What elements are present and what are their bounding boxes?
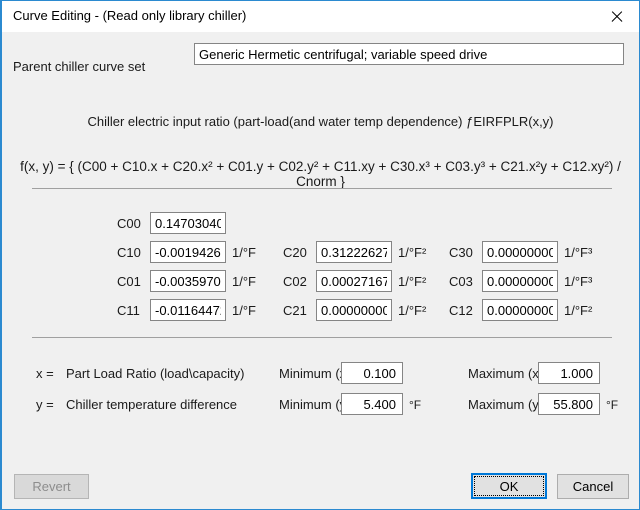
coefficient-label-c00: C00 xyxy=(117,216,141,231)
y-prefix-label: y = xyxy=(36,397,54,412)
ok-button[interactable]: OK xyxy=(471,473,547,499)
cancel-button[interactable]: Cancel xyxy=(557,474,629,499)
x-minimum-field[interactable] xyxy=(341,362,403,384)
coefficient-unit-c30: 1/°F³ xyxy=(564,245,593,260)
coefficient-field-c21[interactable] xyxy=(316,299,392,321)
coefficient-field-c03[interactable] xyxy=(482,270,558,292)
window-title: Curve Editing - (Read only library chill… xyxy=(13,8,247,23)
coefficient-label-c30: C30 xyxy=(449,245,473,260)
x-prefix-label: x = xyxy=(36,366,54,381)
coefficient-label-c01: C01 xyxy=(117,274,141,289)
x-minimum-label: Minimum (x) xyxy=(279,366,351,381)
y-minimum-field[interactable] xyxy=(341,393,403,415)
coefficient-field-c01[interactable] xyxy=(150,270,226,292)
coefficient-label-c12: C12 xyxy=(449,303,473,318)
revert-button[interactable]: Revert xyxy=(14,474,89,499)
coefficient-field-c30[interactable] xyxy=(482,241,558,263)
coefficient-unit-c20: 1/°F² xyxy=(398,245,427,260)
coefficient-label-c11: C11 xyxy=(117,303,140,318)
coefficient-unit-c03: 1/°F³ xyxy=(564,274,593,289)
coefficient-field-c00[interactable] xyxy=(150,212,226,234)
coefficient-field-c12[interactable] xyxy=(482,299,558,321)
y-description-label: Chiller temperature difference xyxy=(66,397,238,412)
parent-curve-set-field[interactable] xyxy=(194,43,624,65)
close-button[interactable] xyxy=(593,1,639,31)
title-bar: Curve Editing - (Read only library chill… xyxy=(2,1,639,32)
coefficient-field-c02[interactable] xyxy=(316,270,392,292)
x-maximum-field[interactable] xyxy=(538,362,600,384)
x-maximum-label: Maximum (x) xyxy=(468,366,544,381)
separator-bottom xyxy=(32,337,612,338)
coefficient-unit-c21: 1/°F² xyxy=(398,303,427,318)
y-maximum-unit: °F xyxy=(606,398,619,412)
coefficient-label-c03: C03 xyxy=(449,274,473,289)
separator-top xyxy=(32,188,612,189)
coefficient-field-c11[interactable] xyxy=(150,299,226,321)
ok-button-label: OK xyxy=(499,478,519,494)
y-maximum-field[interactable] xyxy=(538,393,600,415)
y-minimum-unit: °F xyxy=(409,398,422,412)
y-minimum-label: Minimum (y) xyxy=(279,397,351,412)
formula-title: Chiller electric input ratio (part-load(… xyxy=(87,114,554,129)
coefficient-field-c20[interactable] xyxy=(316,241,392,263)
coefficient-label-c21: C21 xyxy=(283,303,307,318)
x-description-label: Part Load Ratio (load\capacity) xyxy=(66,366,245,381)
coefficient-unit-c01: 1/°F xyxy=(232,274,256,289)
coefficient-label-c20: C20 xyxy=(283,245,307,260)
coefficient-field-c10[interactable] xyxy=(150,241,226,263)
dialog-body: Parent chiller curve set Chiller electri… xyxy=(2,32,639,509)
coefficient-unit-c12: 1/°F² xyxy=(564,303,593,318)
coefficient-label-c10: C10 xyxy=(117,245,141,260)
coefficient-unit-c10: 1/°F xyxy=(232,245,256,260)
parent-curve-set-label: Parent chiller curve set xyxy=(13,59,146,74)
y-maximum-label: Maximum (y) xyxy=(468,397,544,412)
coefficient-unit-c11: 1/°F xyxy=(232,303,256,318)
curve-editing-dialog: Curve Editing - (Read only library chill… xyxy=(0,0,640,510)
coefficient-unit-c02: 1/°F² xyxy=(398,274,427,289)
formula-expression: f(x, y) = { (C00 + C10.x + C20.x² + C01.… xyxy=(20,159,621,189)
coefficient-label-c02: C02 xyxy=(283,274,307,289)
close-icon xyxy=(610,10,623,23)
